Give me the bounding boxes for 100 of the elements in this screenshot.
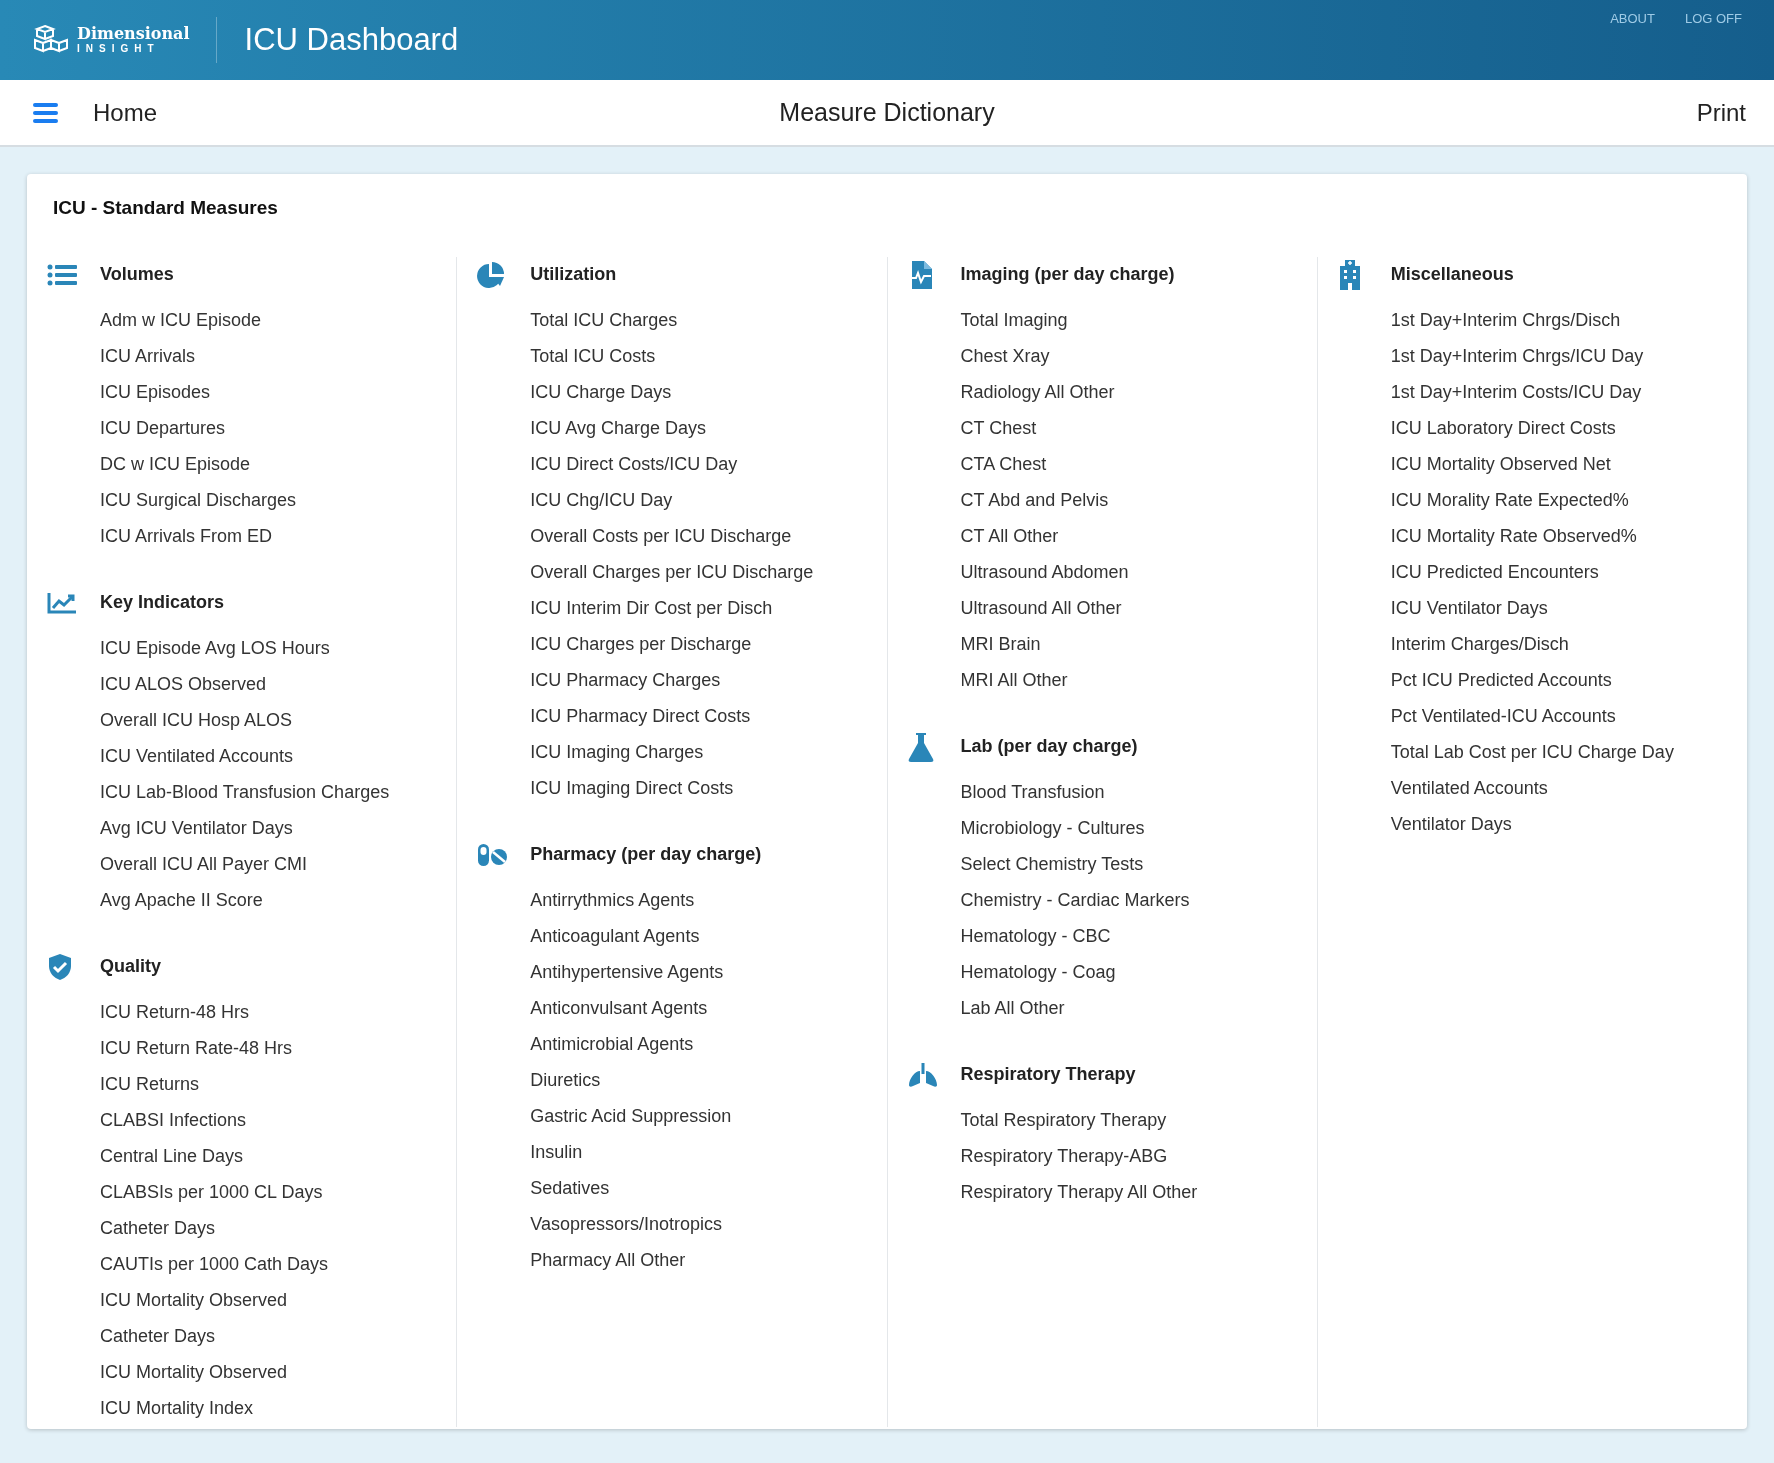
measure-link[interactable]: Vasopressors/Inotropics — [530, 1211, 722, 1238]
measure-link[interactable]: Respiratory Therapy All Other — [960, 1179, 1198, 1206]
section-heading: Respiratory Therapy — [960, 1063, 1136, 1086]
measure-link[interactable]: 1st Day+Interim Chrgs/Disch — [1390, 307, 1621, 334]
measure-link[interactable]: 1st Day+Interim Costs/ICU Day — [1390, 379, 1642, 406]
measure-link[interactable]: Anticoagulant Agents — [530, 923, 700, 950]
measure-link[interactable]: CT Abd and Pelvis — [960, 487, 1109, 514]
measure-link[interactable]: CLABSI Infections — [100, 1107, 247, 1134]
measure-link[interactable]: MRI Brain — [960, 631, 1041, 658]
measure-link[interactable]: ICU Imaging Direct Costs — [530, 775, 734, 802]
measure-link[interactable]: ICU Return-48 Hrs — [100, 999, 250, 1026]
measure-link[interactable]: Hematology - Coag — [960, 959, 1116, 986]
measure-link[interactable]: ICU Mortality Observed — [100, 1359, 288, 1386]
measure-link[interactable]: Adm w ICU Episode — [100, 307, 262, 334]
measure-link[interactable]: Overall ICU Hosp ALOS — [100, 707, 293, 734]
measure-link[interactable]: ICU Morality Rate Expected% — [1390, 487, 1629, 514]
measure-link[interactable]: Sedatives — [530, 1175, 610, 1202]
measure-link[interactable]: CLABSIs per 1000 CL Days — [100, 1179, 323, 1206]
measure-link[interactable]: DC w ICU Episode — [100, 451, 251, 478]
measure-link[interactable]: ICU Ventilator Days — [1390, 595, 1548, 622]
measure-link[interactable]: CT All Other — [960, 523, 1059, 550]
measure-link[interactable]: Pct ICU Predicted Accounts — [1390, 667, 1612, 694]
print-link[interactable]: Print — [1696, 94, 1746, 131]
measure-link[interactable]: ICU Surgical Discharges — [100, 487, 297, 514]
measure-link[interactable]: Ultrasound All Other — [960, 595, 1122, 622]
measure-link[interactable]: Overall ICU All Payer CMI — [100, 851, 308, 878]
measure-link[interactable]: Antimicrobial Agents — [530, 1031, 694, 1058]
measure-link[interactable]: Blood Transfusion — [960, 779, 1105, 806]
measure-link[interactable]: Total ICU Costs — [530, 343, 656, 370]
measure-link[interactable]: ICU Mortality Index — [100, 1395, 254, 1422]
measure-link[interactable]: ICU Avg Charge Days — [530, 415, 706, 442]
measure-link[interactable]: Ultrasound Abdomen — [960, 559, 1129, 586]
measure-link[interactable]: CAUTIs per 1000 Cath Days — [100, 1251, 329, 1278]
measure-link[interactable]: Ventilated Accounts — [1390, 775, 1548, 802]
measure-link[interactable]: ICU Lab-Blood Transfusion Charges — [100, 779, 390, 806]
measure-link[interactable]: ICU Predicted Encounters — [1390, 559, 1599, 586]
measure-link[interactable]: Pharmacy All Other — [530, 1247, 686, 1274]
measure-link[interactable]: Anticonvulsant Agents — [530, 995, 708, 1022]
measure-link[interactable]: 1st Day+Interim Chrgs/ICU Day — [1390, 343, 1644, 370]
home-link[interactable]: Home — [93, 94, 158, 131]
measure-link[interactable]: Total Lab Cost per ICU Charge Day — [1390, 739, 1674, 766]
measure-link[interactable]: Radiology All Other — [960, 379, 1115, 406]
measure-link[interactable]: ICU Interim Dir Cost per Disch — [530, 595, 773, 622]
measure-link[interactable]: Antihypertensive Agents — [530, 959, 724, 986]
measure-link[interactable]: ICU Returns — [100, 1071, 200, 1098]
measure-link[interactable]: ICU ALOS Observed — [100, 671, 267, 698]
measure-link[interactable]: MRI All Other — [960, 667, 1068, 694]
measure-link[interactable]: Pct Ventilated-ICU Accounts — [1390, 703, 1616, 730]
measure-link[interactable]: ICU Episode Avg LOS Hours — [100, 635, 330, 662]
section-heading: Key Indicators — [100, 591, 225, 614]
measure-link[interactable]: Ventilator Days — [1390, 811, 1512, 838]
measure-link[interactable]: Overall Costs per ICU Discharge — [530, 523, 792, 550]
measure-link[interactable]: ICU Episodes — [100, 379, 211, 406]
measure-link[interactable]: ICU Mortality Observed Net — [1390, 451, 1611, 478]
measure-link[interactable]: ICU Return Rate-48 Hrs — [100, 1035, 293, 1062]
measure-link[interactable]: ICU Arrivals From ED — [100, 523, 272, 550]
measure-link[interactable]: Avg Apache II Score — [100, 887, 263, 914]
measure-link[interactable]: ICU Direct Costs/ICU Day — [530, 451, 738, 478]
measure-link[interactable]: ICU Charge Days — [530, 379, 672, 406]
measure-link[interactable]: ICU Charges per Discharge — [530, 631, 752, 658]
measure-link[interactable]: Gastric Acid Suppression — [530, 1103, 732, 1130]
measure-link[interactable]: ICU Imaging Charges — [530, 739, 704, 766]
page-title: Measure Dictionary — [779, 96, 995, 128]
flask-icon — [907, 731, 934, 762]
measure-link[interactable]: Interim Charges/Disch — [1390, 631, 1569, 658]
measure-link[interactable]: Antirrythmics Agents — [530, 887, 695, 914]
measure-link[interactable]: Hematology - CBC — [960, 923, 1111, 950]
measure-link[interactable]: CTA Chest — [960, 451, 1047, 478]
pills-icon — [477, 842, 508, 867]
measure-link[interactable]: ICU Laboratory Direct Costs — [1390, 415, 1616, 442]
measure-link[interactable]: Total ICU Charges — [530, 307, 678, 334]
measure-link[interactable]: Respiratory Therapy-ABG — [960, 1143, 1168, 1170]
measure-link[interactable]: Central Line Days — [100, 1143, 244, 1170]
measure-link[interactable]: ICU Pharmacy Direct Costs — [530, 703, 751, 730]
measure-link[interactable]: Diuretics — [530, 1067, 601, 1094]
header-link[interactable]: ABOUT — [1610, 9, 1655, 29]
measure-link[interactable]: ICU Mortality Rate Observed% — [1390, 523, 1637, 550]
measure-link[interactable]: Chest Xray — [960, 343, 1050, 370]
section-heading: Imaging (per day charge) — [960, 263, 1175, 286]
measure-link[interactable]: CT Chest — [960, 415, 1037, 442]
measure-link[interactable]: Avg ICU Ventilator Days — [100, 815, 293, 842]
section-heading: Miscellaneous — [1390, 263, 1514, 286]
measure-link[interactable]: ICU Ventilated Accounts — [100, 743, 294, 770]
measure-link[interactable]: Overall Charges per ICU Discharge — [530, 559, 814, 586]
measure-link[interactable]: ICU Departures — [100, 415, 226, 442]
measure-link[interactable]: Chemistry - Cardiac Markers — [960, 887, 1190, 914]
measure-link[interactable]: Insulin — [530, 1139, 583, 1166]
measure-link[interactable]: Catheter Days — [100, 1323, 216, 1350]
measure-link[interactable]: Total Imaging — [960, 307, 1068, 334]
measure-link[interactable]: Lab All Other — [960, 995, 1065, 1022]
measure-link[interactable]: ICU Mortality Observed — [100, 1287, 288, 1314]
measure-link[interactable]: Total Respiratory Therapy — [960, 1107, 1167, 1134]
measure-link[interactable]: ICU Arrivals — [100, 343, 195, 370]
measure-link[interactable]: Select Chemistry Tests — [960, 851, 1144, 878]
menu-icon[interactable] — [33, 102, 58, 123]
measure-link[interactable]: Catheter Days — [100, 1215, 216, 1242]
measure-link[interactable]: ICU Pharmacy Charges — [530, 667, 721, 694]
header-link[interactable]: LOG OFF — [1684, 9, 1742, 29]
measure-link[interactable]: Microbiology - Cultures — [960, 815, 1145, 842]
measure-link[interactable]: ICU Chg/ICU Day — [530, 487, 673, 514]
